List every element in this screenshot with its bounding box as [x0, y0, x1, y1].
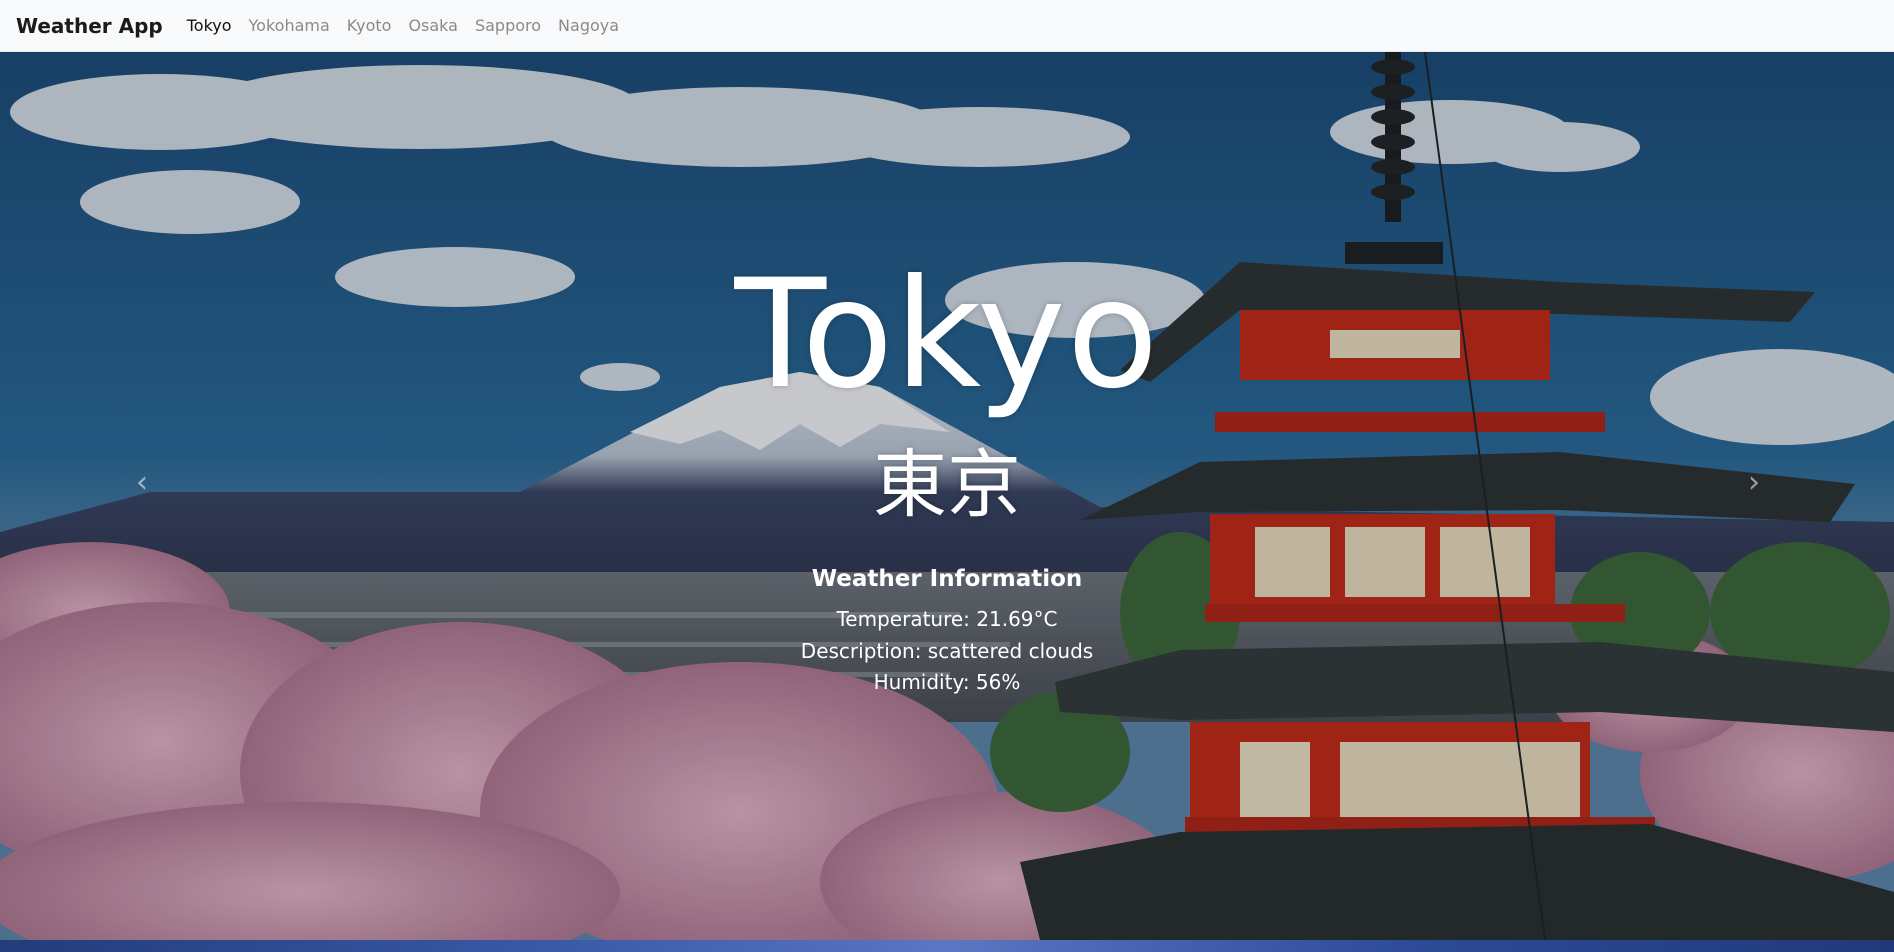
carousel-next-button[interactable]: › — [1724, 452, 1784, 512]
city-name-japanese: 東京 — [873, 442, 1021, 528]
temperature-text: Temperature: 21.69°C — [836, 607, 1058, 631]
navbar: Weather App Tokyo Yokohama Kyoto Osaka S… — [0, 0, 1894, 52]
nav-link-tokyo[interactable]: Tokyo — [187, 16, 232, 35]
carousel-caption: Tokyo 東京 Weather Information Temperature… — [0, 52, 1894, 940]
city-carousel: Tokyo 東京 Weather Information Temperature… — [0, 52, 1894, 940]
weather-heading: Weather Information — [811, 566, 1083, 592]
nav-link-osaka[interactable]: Osaka — [408, 16, 458, 35]
nav-link-kyoto[interactable]: Kyoto — [347, 16, 392, 35]
chevron-right-icon: › — [1748, 464, 1760, 500]
nav-link-nagoya[interactable]: Nagoya — [558, 16, 619, 35]
chevron-left-icon: ‹ — [136, 464, 148, 500]
nav-link-yokohama[interactable]: Yokohama — [249, 16, 330, 35]
brand-link[interactable]: Weather App — [16, 14, 163, 38]
description-text: Description: scattered clouds — [800, 639, 1094, 663]
next-section-preview — [0, 940, 1894, 952]
nav-link-sapporo[interactable]: Sapporo — [475, 16, 541, 35]
carousel-prev-button[interactable]: ‹ — [112, 452, 172, 512]
humidity-text: Humidity: 56% — [873, 670, 1021, 694]
city-name: Tokyo — [734, 248, 1160, 422]
